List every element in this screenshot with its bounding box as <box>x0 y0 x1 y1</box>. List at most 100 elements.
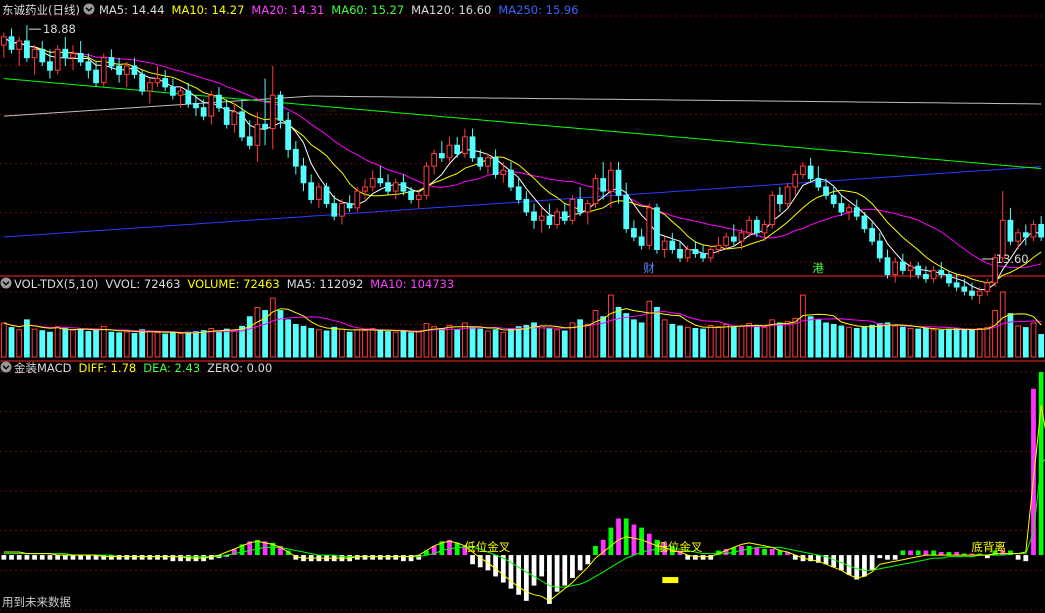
volume-bar[interactable] <box>654 306 660 358</box>
macd-bar[interactable] <box>385 555 391 560</box>
macd-bar[interactable] <box>78 555 84 560</box>
volume-bar[interactable] <box>561 330 568 358</box>
candle[interactable] <box>746 219 753 234</box>
macd-bar[interactable] <box>162 555 168 560</box>
candle[interactable] <box>377 178 384 184</box>
volume-bar[interactable] <box>899 326 906 358</box>
volume-bar[interactable] <box>392 331 399 358</box>
macd-bar[interactable] <box>608 527 614 556</box>
volume-bar[interactable] <box>362 329 368 358</box>
volume-bar[interactable] <box>723 324 730 358</box>
macd-bar[interactable] <box>646 533 652 556</box>
macd-bar[interactable] <box>132 555 137 560</box>
volume-bar[interactable] <box>269 297 276 358</box>
volume-bar[interactable] <box>70 329 76 358</box>
volume-bar[interactable] <box>93 329 99 358</box>
macd-bar[interactable] <box>570 555 575 578</box>
volume-bar[interactable] <box>876 323 883 358</box>
volume-bar[interactable] <box>730 326 737 358</box>
volume-bar[interactable] <box>77 328 84 358</box>
volume-bar[interactable] <box>953 328 960 358</box>
volume-bar[interactable] <box>193 331 199 358</box>
candle[interactable] <box>899 261 906 271</box>
candle[interactable] <box>254 123 261 146</box>
volume-bar[interactable] <box>623 313 630 358</box>
candle[interactable] <box>177 90 184 96</box>
volume-bar[interactable] <box>684 326 691 358</box>
candle[interactable] <box>331 203 338 217</box>
volume-panel-menu-icon[interactable] <box>0 277 12 289</box>
volume-bar[interactable] <box>761 326 768 358</box>
candle[interactable] <box>592 178 599 205</box>
candle[interactable] <box>461 136 468 155</box>
volume-bar[interactable] <box>123 331 130 358</box>
candle[interactable] <box>853 207 860 217</box>
macd-bar[interactable] <box>470 555 475 565</box>
candle[interactable] <box>423 165 430 196</box>
volume-bar[interactable] <box>661 319 668 358</box>
candle[interactable] <box>984 282 991 292</box>
candle[interactable] <box>1022 232 1029 238</box>
volume-bar[interactable] <box>438 328 445 358</box>
candle[interactable] <box>438 153 445 159</box>
candle[interactable] <box>623 194 630 230</box>
macd-bar[interactable] <box>593 545 598 556</box>
volume-bar[interactable] <box>1038 334 1045 358</box>
volume-bar[interactable] <box>869 324 875 358</box>
candle[interactable] <box>392 182 399 192</box>
volume-bar[interactable] <box>615 306 622 358</box>
macd-bar[interactable] <box>931 550 936 556</box>
volume-bar[interactable] <box>1015 325 1021 358</box>
volume-bar[interactable] <box>738 325 745 358</box>
candle[interactable] <box>369 178 376 188</box>
candle[interactable] <box>469 136 476 159</box>
candle[interactable] <box>385 182 391 192</box>
volume-bar[interactable] <box>992 310 998 358</box>
candle[interactable] <box>730 236 737 242</box>
candle[interactable] <box>70 53 76 59</box>
candle[interactable] <box>546 215 553 225</box>
volume-bar[interactable] <box>646 300 653 358</box>
candle[interactable] <box>577 198 584 213</box>
candle[interactable] <box>807 165 814 180</box>
candle[interactable] <box>531 211 537 221</box>
volume-bar[interactable] <box>700 328 706 358</box>
macd-bar[interactable] <box>508 555 514 589</box>
macd-bar[interactable] <box>454 542 460 556</box>
macd-bar[interactable] <box>362 555 368 560</box>
candle[interactable] <box>838 203 845 213</box>
volume-bar[interactable] <box>469 326 476 358</box>
volume-bar[interactable] <box>715 326 722 358</box>
volume-bar[interactable] <box>707 324 714 358</box>
volume-bar[interactable] <box>339 328 345 358</box>
volume-bar[interactable] <box>139 329 146 358</box>
candle[interactable] <box>523 198 530 213</box>
volume-bar[interactable] <box>54 326 61 358</box>
macd-bar[interactable] <box>70 555 76 560</box>
candle[interactable] <box>876 240 883 259</box>
candle[interactable] <box>139 73 146 92</box>
candle[interactable] <box>346 203 353 209</box>
macd-bar[interactable] <box>915 550 921 556</box>
macd-bar[interactable] <box>900 550 906 556</box>
volume-bar[interactable] <box>131 332 138 358</box>
volume-bar[interactable] <box>254 306 261 358</box>
candle[interactable] <box>761 223 768 234</box>
candle[interactable] <box>654 207 660 250</box>
candle[interactable] <box>185 90 192 105</box>
candle[interactable] <box>239 111 245 138</box>
volume-bar[interactable] <box>984 326 991 358</box>
candle[interactable] <box>961 286 968 292</box>
macd-bar[interactable] <box>562 555 568 586</box>
candle[interactable] <box>753 219 760 234</box>
macd-bar[interactable] <box>892 555 898 560</box>
candle[interactable] <box>269 94 276 130</box>
macd-bar[interactable] <box>9 555 14 560</box>
candle[interactable] <box>408 190 414 200</box>
volume-bar[interactable] <box>638 322 645 358</box>
candle[interactable] <box>431 153 438 167</box>
candle[interactable] <box>892 261 899 276</box>
candle[interactable] <box>354 190 361 209</box>
volume-bar[interactable] <box>377 329 384 358</box>
volume-bar[interactable] <box>223 328 230 358</box>
